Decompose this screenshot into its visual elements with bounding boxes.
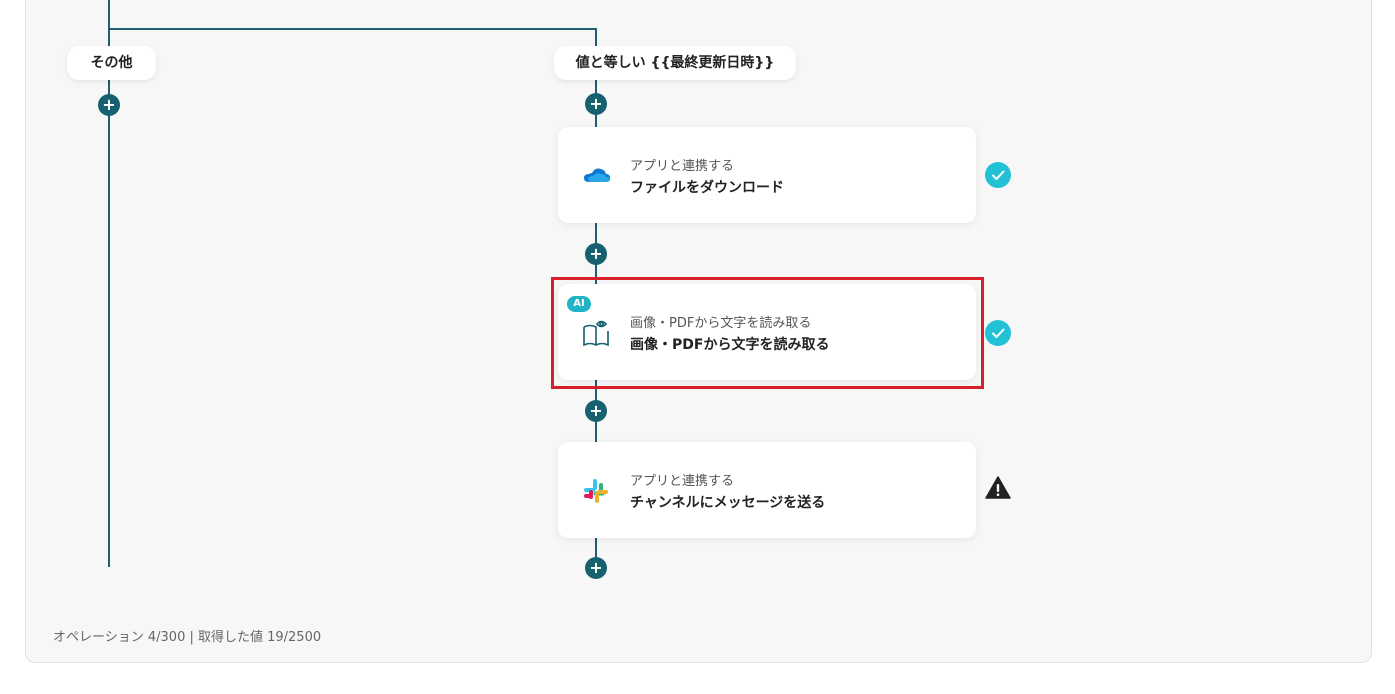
branch-label-other[interactable]: その他 [67,46,156,80]
add-step-button[interactable]: + [585,243,607,265]
step-title: ファイルをダウンロード [630,180,784,196]
branch-label-equals[interactable]: 値と等しい {{最終更新日時}} [554,46,796,80]
step-card-download-file[interactable]: アプリと連携する ファイルをダウンロード [558,127,976,223]
highlight-frame [551,277,984,389]
step-title: チャンネルにメッセージを送る [630,495,826,511]
step-subtitle: アプリと連携する [630,474,735,489]
add-step-button[interactable]: + [585,93,607,115]
left-branch-line [108,0,110,567]
warning-icon [985,476,1011,499]
branch-top-connector [108,28,597,30]
step-card-send-message[interactable]: アプリと連携する チャンネルにメッセージを送る [558,442,976,538]
usage-status: オペレーション 4/300 | 取得した値 19/2500 [53,630,322,645]
check-icon [985,162,1011,188]
add-step-button[interactable]: + [585,557,607,579]
step-subtitle: アプリと連携する [630,159,735,174]
add-step-button[interactable]: + [98,94,120,116]
add-step-button[interactable]: + [585,400,607,422]
check-icon [985,320,1011,346]
onedrive-icon [580,160,612,192]
slack-icon [580,475,612,507]
branch-top-corner [595,28,597,46]
